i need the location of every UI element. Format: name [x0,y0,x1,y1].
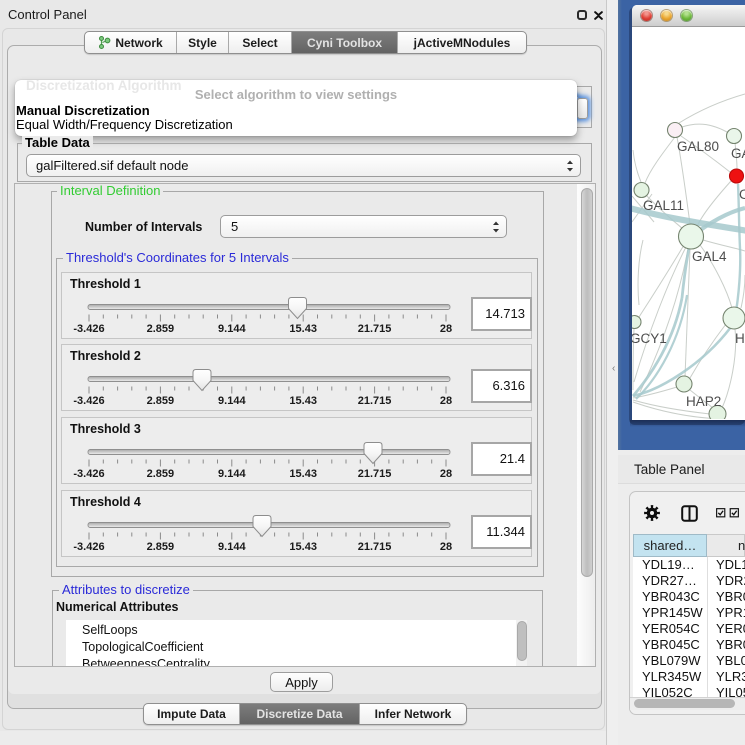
svg-text:2.859: 2.859 [147,468,175,480]
svg-text:2.859: 2.859 [147,395,175,407]
svg-text:-3.426: -3.426 [73,395,104,407]
svg-text:C: C [739,187,745,202]
svg-text:2.859: 2.859 [147,323,175,335]
svg-text:9.144: 9.144 [218,323,246,335]
svg-text:2.859: 2.859 [147,541,175,553]
svg-text:H: H [735,331,745,346]
svg-text:28: 28 [440,323,452,335]
svg-text:-3.426: -3.426 [73,323,104,335]
svg-text:21.715: 21.715 [358,395,392,407]
svg-text:9.144: 9.144 [218,541,246,553]
svg-text:GAL4: GAL4 [692,249,727,264]
svg-text:28: 28 [440,468,452,480]
svg-text:GAL11: GAL11 [643,198,684,213]
svg-text:21.715: 21.715 [358,541,392,553]
svg-text:-3.426: -3.426 [73,541,104,553]
svg-text:9.144: 9.144 [218,395,246,407]
svg-text:28: 28 [440,541,452,553]
svg-text:15.43: 15.43 [289,323,317,335]
svg-text:15.43: 15.43 [289,468,317,480]
svg-text:28: 28 [440,395,452,407]
svg-text:21.715: 21.715 [358,323,392,335]
svg-text:15.43: 15.43 [289,395,317,407]
svg-text:21.715: 21.715 [358,468,392,480]
svg-text:9.144: 9.144 [218,468,246,480]
svg-text:-3.426: -3.426 [73,468,104,480]
svg-text:15.43: 15.43 [289,541,317,553]
svg-text:HAP2: HAP2 [686,394,721,409]
svg-text:GA: GA [731,146,745,161]
svg-text:GAL80: GAL80 [677,139,719,154]
svg-text:GCY1: GCY1 [632,331,667,346]
